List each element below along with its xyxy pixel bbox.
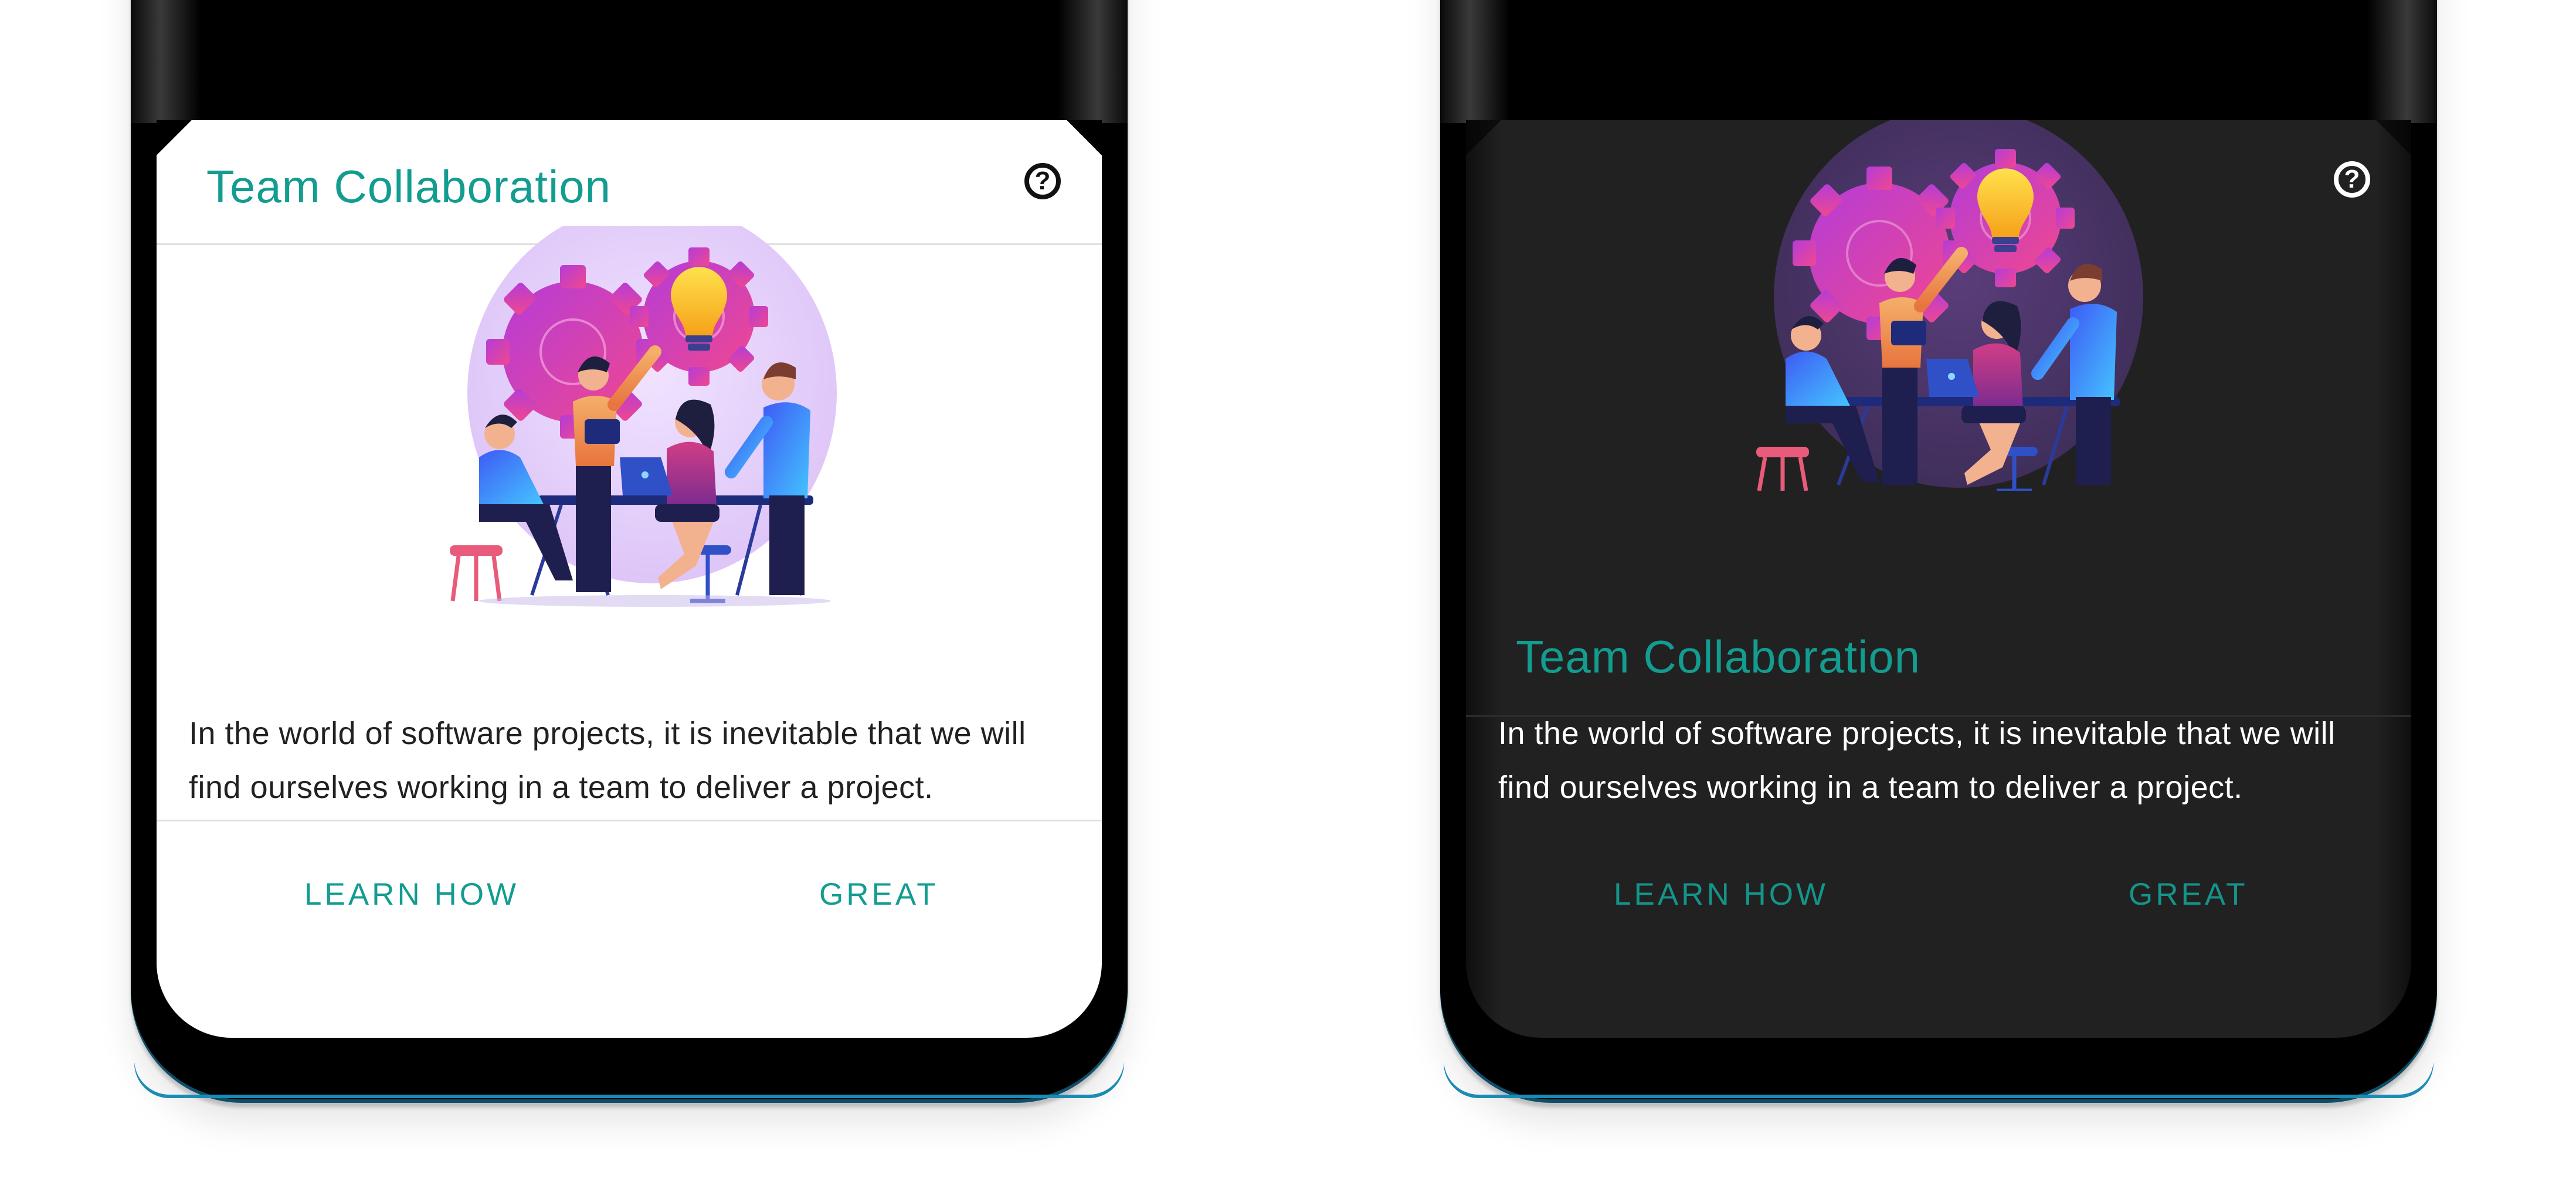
card-dark: ? Team Collaboration In the world of sof… bbox=[1466, 120, 2411, 1038]
learn-how-button[interactable]: LEARN HOW bbox=[304, 877, 519, 912]
screen-corner bbox=[2376, 120, 2411, 155]
help-icon[interactable]: ? bbox=[2334, 161, 2370, 198]
great-button[interactable]: GREAT bbox=[2129, 877, 2248, 912]
divider bbox=[157, 820, 1102, 821]
phone-bezel bbox=[131, 0, 1128, 123]
help-icon[interactable]: ? bbox=[1024, 163, 1061, 199]
screen-corner bbox=[1067, 120, 1102, 155]
phone-dark: ? Team Collaboration In the world of sof… bbox=[1440, 0, 2437, 1099]
great-button[interactable]: GREAT bbox=[819, 877, 939, 912]
team-collaboration-illustration bbox=[1756, 120, 2143, 491]
card-description: In the world of software projects, it is… bbox=[189, 716, 1026, 805]
screen-corner bbox=[157, 120, 192, 155]
phone-light: Team Collaboration ? In the world of sof… bbox=[131, 0, 1128, 1099]
screen-corner bbox=[1466, 120, 1501, 155]
phone-bezel bbox=[1440, 0, 2437, 123]
team-collaboration-illustration bbox=[450, 226, 837, 607]
learn-how-button[interactable]: LEARN HOW bbox=[1614, 877, 1828, 912]
screen-edge-shade bbox=[1466, 120, 1501, 1038]
card-description: In the world of software projects, it is… bbox=[1498, 716, 2336, 805]
screen-edge-shade bbox=[2376, 120, 2411, 1038]
card-title: Team Collaboration bbox=[206, 161, 612, 212]
card-title: Team Collaboration bbox=[1516, 631, 1921, 682]
card-light: Team Collaboration ? In the world of sof… bbox=[157, 120, 1102, 1038]
